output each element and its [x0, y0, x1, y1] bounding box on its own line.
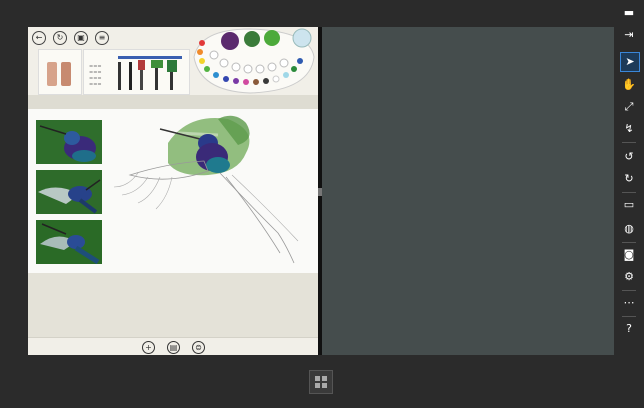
- rail-separator: [622, 192, 636, 193]
- window-frame: ← ↻ ▣ ≡ === === === === + ▤ ⊜ ▬ ⇥ ➤ ✋ ⤢ …: [0, 0, 644, 408]
- reference-thumbnail-3[interactable]: [36, 220, 102, 264]
- simulator-toolbar: ▬ ⇥ ➤ ✋ ⤢ ↯ ↺ ↻ ▭ ◍ ◙ ⚙ ⋯ ?: [614, 0, 644, 408]
- rotate-two-finger-icon[interactable]: ↯: [620, 120, 638, 138]
- eraser-tool[interactable]: [47, 62, 57, 86]
- settings-icon[interactable]: ≡: [95, 31, 109, 45]
- help-icon[interactable]: ?: [620, 320, 638, 338]
- watercolor-brush-tip: [138, 60, 145, 70]
- hummingbird-drawing: [113, 115, 299, 264]
- save-icon[interactable]: ▤: [167, 341, 180, 354]
- pin-icon[interactable]: ⇥: [620, 26, 638, 44]
- drawing-canvas[interactable]: [28, 109, 318, 273]
- resize-icon[interactable]: ⤢: [620, 98, 638, 116]
- windows-logo-tile: [322, 383, 327, 388]
- eraser-tool-2[interactable]: [61, 62, 71, 86]
- rail-separator: [622, 242, 636, 243]
- eraser-tray: [38, 49, 82, 95]
- hand-icon[interactable]: ✋: [620, 76, 638, 94]
- reference-thumbnail-1[interactable]: [36, 120, 102, 164]
- watercolor-brush-tool[interactable]: [140, 70, 143, 90]
- flat-brush-tool[interactable]: [170, 72, 173, 90]
- windows-button[interactable]: [309, 370, 333, 394]
- footer-icon-row: + ▤ ⊜: [142, 341, 205, 354]
- size-slider[interactable]: [118, 56, 182, 59]
- camera-icon[interactable]: ◙: [620, 246, 638, 264]
- right-app-area[interactable]: [322, 27, 614, 355]
- back-icon[interactable]: ←: [32, 31, 46, 45]
- pencil-set-icon[interactable]: === === === ===: [89, 64, 107, 88]
- top-icon-row: ← ↻ ▣ ≡: [32, 31, 109, 45]
- rail-separator: [622, 316, 636, 317]
- lower-panel: [28, 273, 318, 337]
- fan-brush-tool[interactable]: [155, 68, 158, 90]
- reference-thumbnail-2[interactable]: [36, 170, 102, 214]
- rail-separator: [622, 142, 636, 143]
- tool-bar: ← ↻ ▣ ≡ === === === ===: [28, 27, 318, 95]
- gallery-icon[interactable]: ▣: [74, 31, 88, 45]
- windows-logo-tile: [315, 376, 320, 381]
- add-icon[interactable]: +: [142, 341, 155, 354]
- brush-tool[interactable]: [129, 62, 132, 90]
- pointer-icon[interactable]: ➤: [620, 52, 640, 72]
- fan-brush-tip: [151, 60, 163, 68]
- pencil-tool[interactable]: [118, 62, 121, 90]
- rotate-left-icon[interactable]: ↺: [620, 148, 638, 166]
- reset-icon[interactable]: ↻: [53, 31, 67, 45]
- windows-logo-tile: [322, 376, 327, 381]
- share-icon[interactable]: ⊜: [192, 341, 205, 354]
- gear-icon[interactable]: ⚙: [620, 268, 638, 286]
- windows-logo-tile: [315, 383, 320, 388]
- display-icon[interactable]: ▭: [620, 196, 638, 214]
- paint-app: ← ↻ ▣ ≡ === === === === + ▤ ⊜: [28, 27, 318, 355]
- network-icon[interactable]: ⋯: [620, 294, 638, 312]
- rail-separator: [622, 290, 636, 291]
- globe-icon[interactable]: ◍: [620, 220, 638, 238]
- color-palette[interactable]: [190, 27, 318, 95]
- brush-tray: === === === ===: [83, 49, 190, 95]
- toolbar-divider-band: [28, 95, 318, 109]
- bottom-app-bar: + ▤ ⊜: [28, 337, 318, 355]
- rotate-right-icon[interactable]: ↻: [620, 170, 638, 188]
- minimize-icon[interactable]: ▬: [620, 4, 638, 22]
- flat-brush-tip: [167, 60, 177, 72]
